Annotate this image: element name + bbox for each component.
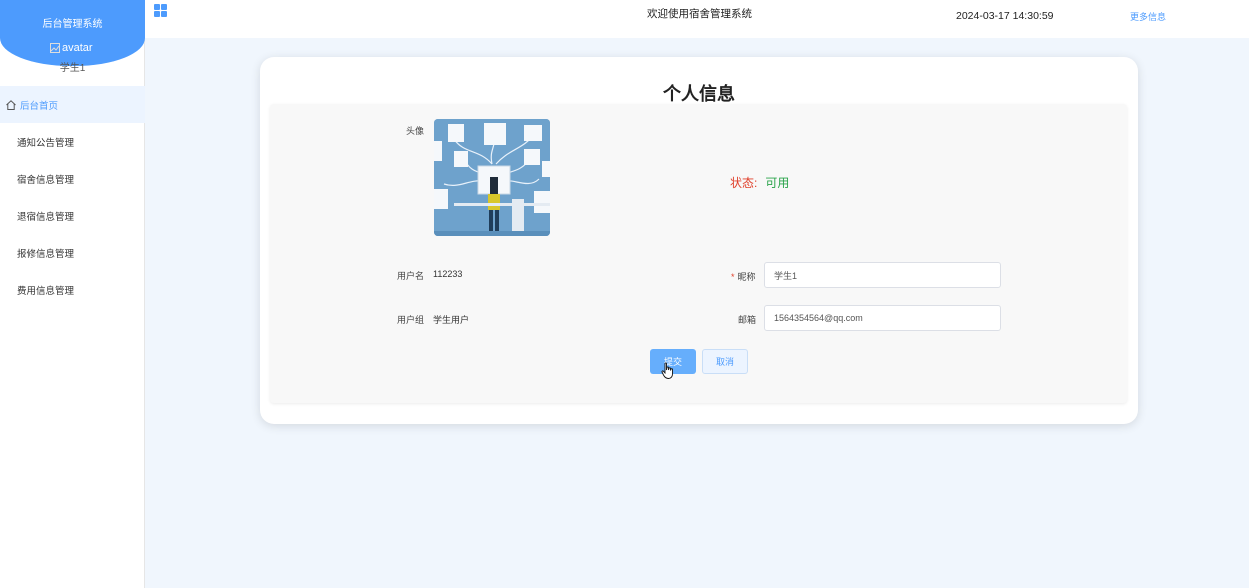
email-label: 邮箱 bbox=[738, 315, 757, 325]
profile-card: 个人信息 头像 状态: 可用 用户名 112233 * 昵称 学生1 用户组 学… bbox=[260, 57, 1138, 424]
status-label: 状态: bbox=[730, 176, 758, 190]
nickname-field[interactable]: 学生1 bbox=[764, 262, 1001, 288]
page-title: 个人信息 bbox=[663, 84, 735, 104]
welcome-text: 欢迎使用宿舍管理系统 bbox=[647, 8, 752, 20]
account-status: 状态: 可用 bbox=[730, 174, 789, 191]
avatar-illustration bbox=[434, 119, 550, 236]
sidebar-user-name: 学生1 bbox=[59, 63, 86, 74]
avatar[interactable]: avatar bbox=[50, 42, 93, 54]
hand-cursor-icon bbox=[661, 362, 673, 379]
brand-header: 后台管理系统 avatar 学生1 bbox=[0, 0, 145, 74]
sidebar-item-label: 退宿信息管理 bbox=[17, 211, 75, 223]
status-value: 可用 bbox=[765, 176, 790, 190]
required-mark: * bbox=[731, 272, 735, 282]
group-value: 学生用户 bbox=[433, 315, 470, 325]
sidebar-item-label: 费用信息管理 bbox=[17, 285, 75, 297]
sidebar-menu: 后台首页 通知公告管理 宿舍信息管理 退宿信息管理 报修信息管理 费用信息管理 bbox=[0, 86, 145, 308]
datetime: 2024-03-17 14:30:59 bbox=[956, 10, 1054, 22]
cancel-button[interactable]: 取消 bbox=[702, 349, 748, 374]
sidebar-item-label: 通知公告管理 bbox=[17, 137, 75, 149]
sidebar-item-dorm-info[interactable]: 宿舍信息管理 bbox=[0, 160, 145, 197]
top-bar: 欢迎使用宿舍管理系统 2024-03-17 14:30:59 更多信息 bbox=[145, 0, 1249, 38]
broken-image-icon bbox=[50, 43, 60, 53]
group-label: 用户组 bbox=[397, 315, 425, 325]
sidebar-item-notices[interactable]: 通知公告管理 bbox=[0, 123, 145, 160]
email-field[interactable]: 1564354564@qq.com bbox=[764, 305, 1001, 331]
sidebar-item-checkout[interactable]: 退宿信息管理 bbox=[0, 197, 145, 234]
username-value: 112233 bbox=[433, 269, 463, 279]
sidebar-item-repair[interactable]: 报修信息管理 bbox=[0, 234, 145, 271]
grid-menu-icon[interactable] bbox=[154, 4, 167, 17]
sidebar-item-fees[interactable]: 费用信息管理 bbox=[0, 271, 145, 308]
avatar-label: 头像 bbox=[406, 126, 425, 136]
sidebar-item-home[interactable]: 后台首页 bbox=[0, 86, 145, 123]
sidebar-item-label: 宿舍信息管理 bbox=[17, 174, 75, 186]
username-label: 用户名 bbox=[397, 271, 425, 281]
sidebar-item-label: 报修信息管理 bbox=[17, 248, 75, 260]
avatar-alt-text: avatar bbox=[62, 42, 93, 54]
home-icon bbox=[6, 99, 16, 110]
sidebar-item-label: 后台首页 bbox=[20, 100, 59, 112]
brand-title: 后台管理系统 bbox=[42, 19, 103, 30]
nickname-label-wrap: * 昵称 bbox=[731, 270, 756, 283]
avatar-upload[interactable] bbox=[434, 119, 550, 236]
nickname-label: 昵称 bbox=[737, 272, 756, 282]
more-info-link[interactable]: 更多信息 bbox=[1130, 10, 1166, 23]
sidebar: 后台管理系统 avatar 学生1 后台首页 通知公告管理 宿舍信息管理 退宿信… bbox=[0, 0, 145, 588]
profile-form: 头像 状态: 可用 用户名 112233 * 昵称 学生1 用户组 学生用户 邮… bbox=[270, 104, 1127, 403]
